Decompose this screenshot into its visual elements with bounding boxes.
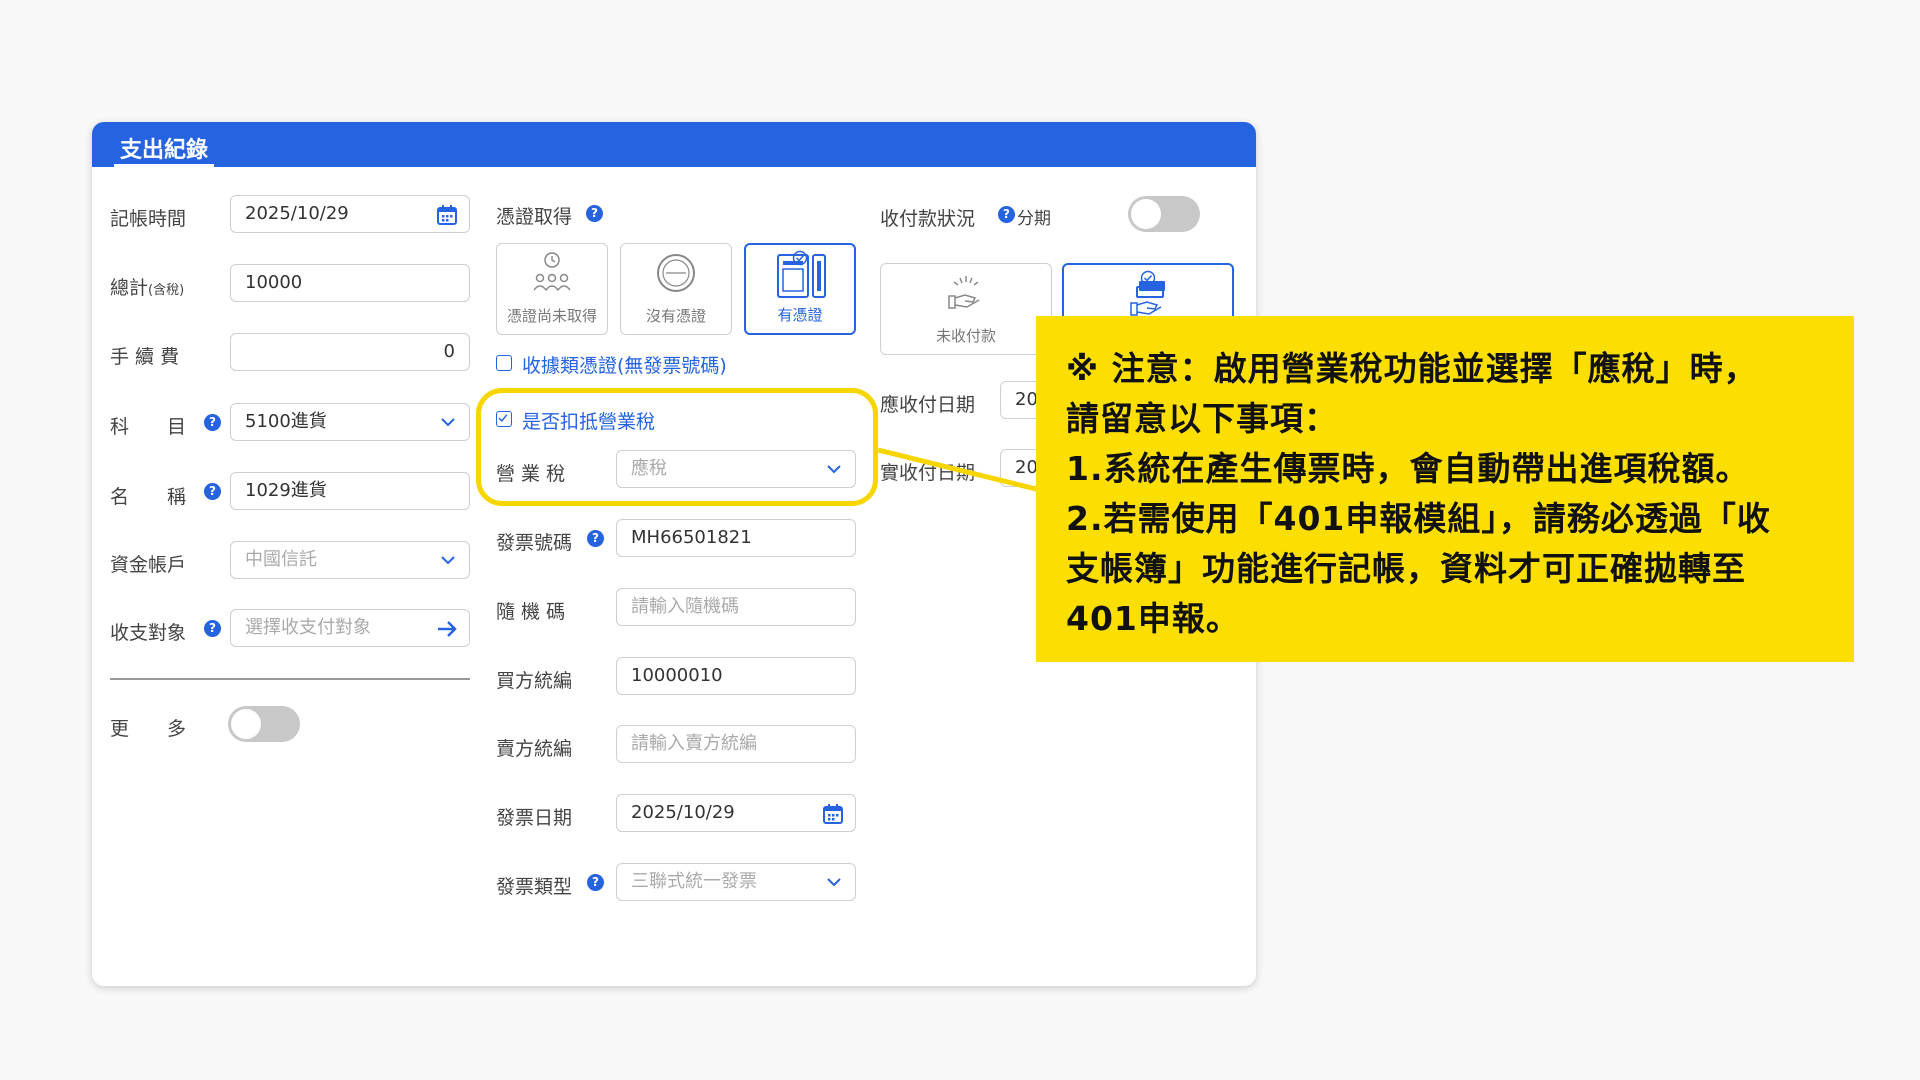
total-tax-suffix: (含稅)	[148, 283, 185, 298]
calendar-icon[interactable]	[821, 802, 845, 826]
installment-label: 分期	[1017, 209, 1051, 229]
invoice-number-value: MH66501821	[631, 527, 752, 548]
party-label: 收支對象	[110, 622, 187, 644]
voucher-help-icon[interactable]: ?	[586, 205, 603, 222]
due-date-label: 應收付日期	[880, 394, 976, 416]
invoice-number-label: 發票號碼	[496, 532, 573, 554]
total-field[interactable]: 10000	[230, 264, 470, 302]
invoice-date-value: 2025/10/29	[631, 802, 735, 823]
payment-status-label: 收付款狀況	[880, 208, 976, 230]
seller-id-placeholder: 請輸入賣方統編	[631, 733, 757, 754]
chevron-down-icon	[441, 418, 455, 427]
date-label: 記帳時間	[110, 208, 187, 230]
pending-people-icon	[533, 252, 571, 291]
tax-notice-callout: ※ 注意：啟用營業稅功能並選擇「應稅」時， 請留意以下事項： 1.系統在產生傳票…	[1036, 316, 1854, 662]
tile-label: 沒有憑證	[645, 307, 706, 325]
notice-line: 支帳簿」功能進行記帳，資料才可正確拋轉至	[1066, 549, 1746, 588]
seller-id-field[interactable]: 請輸入賣方統編	[616, 725, 856, 763]
notice-line: 請留意以下事項：	[1066, 399, 1338, 438]
name-label: 名 稱	[110, 486, 187, 508]
notice-line: ※ 注意：啟用營業稅功能並選擇「應稅」時，	[1066, 349, 1758, 388]
panel-title: 支出紀錄	[120, 138, 209, 163]
unpaid-hand-icon	[948, 276, 980, 309]
receipt-checkbox[interactable]	[496, 355, 512, 371]
title-underline	[114, 164, 214, 167]
name-field[interactable]: 1029進貨	[230, 472, 470, 510]
tile-label: 有憑證	[777, 306, 823, 324]
date-field[interactable]: 2025/10/29	[230, 195, 470, 233]
tax-section-highlight	[476, 388, 878, 506]
subject-select[interactable]: 5100進貨	[230, 403, 470, 441]
invoice-type-help-icon[interactable]: ?	[587, 874, 604, 891]
total-value: 10000	[245, 272, 303, 293]
toggle-knob	[231, 709, 261, 739]
unpaid-tile[interactable]: 未收付款	[880, 263, 1052, 355]
invoice-number-help-icon[interactable]: ?	[587, 530, 604, 547]
fee-label: 手 續 費	[110, 346, 180, 368]
invoice-date-label: 發票日期	[496, 807, 573, 829]
invoice-type-value: 三聯式統一發票	[631, 871, 757, 892]
notice-line: 1.系統在產生傳票時，會自動帶出進項稅額。	[1066, 449, 1750, 488]
fee-value: 0	[443, 341, 455, 362]
party-help-icon[interactable]: ?	[204, 620, 221, 637]
calendar-icon[interactable]	[435, 203, 459, 227]
party-placeholder: 選擇收支付對象	[245, 617, 371, 638]
invoice-type-label: 發票類型	[496, 876, 573, 898]
tile-label: 未收付款	[935, 327, 996, 345]
subject-value: 5100進貨	[245, 411, 327, 432]
invoice-number-field[interactable]: MH66501821	[616, 519, 856, 557]
payment-status-help-icon[interactable]: ?	[998, 206, 1015, 223]
paid-date-value: 20	[1015, 457, 1038, 478]
date-value: 2025/10/29	[245, 203, 349, 224]
name-help-icon[interactable]: ?	[204, 483, 221, 500]
notice-line: 2.若需使用「401申報模組」，請務必透過「收	[1066, 499, 1771, 538]
random-code-placeholder: 請輸入隨機碼	[631, 596, 739, 617]
name-value: 1029進貨	[245, 480, 327, 501]
tile-label: 憑證尚未取得	[506, 307, 597, 325]
receipt-checkbox-label[interactable]: 收據類憑證(無發票號碼)	[522, 351, 727, 378]
paid-date-label: 實收付日期	[880, 462, 976, 484]
more-label: 更 多	[110, 718, 187, 740]
chevron-down-icon	[827, 878, 841, 887]
invoice-date-field[interactable]: 2025/10/29	[616, 794, 856, 832]
party-field[interactable]: 選擇收支付對象	[230, 609, 470, 647]
random-code-label: 隨 機 碼	[496, 601, 566, 623]
no-voucher-tile[interactable]: 沒有憑證	[620, 243, 732, 335]
invoice-type-select[interactable]: 三聯式統一發票	[616, 863, 856, 901]
total-label-text: 總計	[110, 277, 149, 299]
more-toggle[interactable]	[228, 706, 300, 742]
notice-line: 401申報。	[1066, 599, 1240, 638]
due-date-value: 20	[1015, 389, 1038, 410]
section-divider	[110, 678, 470, 680]
account-select[interactable]: 中國信託	[230, 541, 470, 579]
no-voucher-stamp-icon	[657, 254, 695, 292]
fee-field[interactable]: 0	[230, 333, 470, 371]
buyer-id-label: 買方統編	[496, 670, 573, 692]
seller-id-label: 賣方統編	[496, 738, 573, 760]
voucher-label: 憑證取得	[496, 206, 573, 228]
has-voucher-tile[interactable]: 有憑證	[744, 243, 856, 335]
subject-help-icon[interactable]: ?	[204, 414, 221, 431]
invoice-document-icon	[777, 254, 826, 298]
account-label: 資金帳戶	[110, 554, 187, 576]
toggle-knob	[1131, 199, 1161, 229]
subject-label: 科 目	[110, 416, 187, 438]
buyer-id-field[interactable]: 10000010	[616, 657, 856, 695]
random-code-field[interactable]: 請輸入隨機碼	[616, 588, 856, 626]
voucher-pending-tile[interactable]: 憑證尚未取得	[496, 243, 608, 335]
chevron-down-icon	[441, 556, 455, 565]
total-label: 總計(含稅)	[110, 273, 184, 300]
installment-toggle[interactable]	[1128, 196, 1200, 232]
arrow-right-icon[interactable]	[435, 617, 459, 641]
panel-header: 支出紀錄	[92, 122, 1256, 167]
account-value: 中國信託	[245, 549, 317, 570]
buyer-id-value: 10000010	[631, 665, 723, 686]
